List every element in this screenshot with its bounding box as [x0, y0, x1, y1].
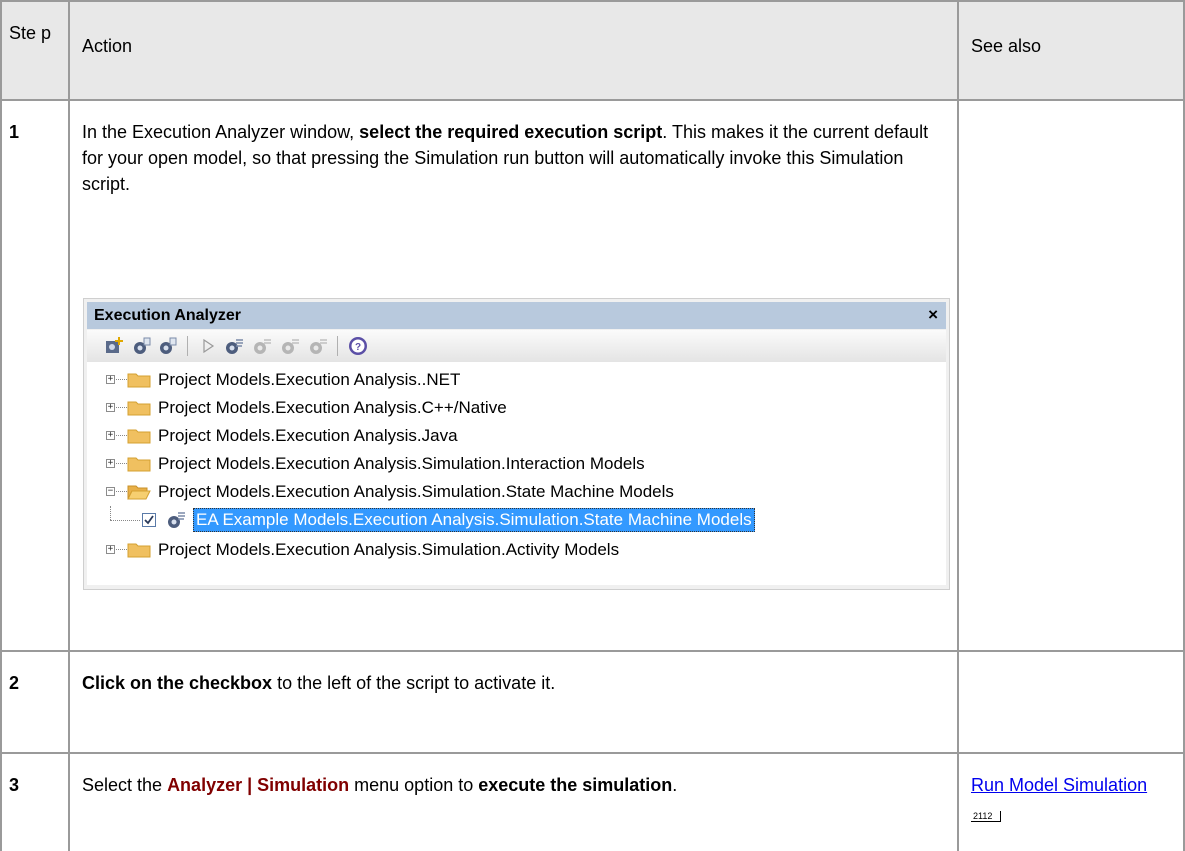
close-icon[interactable]: ×	[928, 305, 938, 325]
toolbar-separator	[187, 336, 188, 356]
tree-item[interactable]: + Project Models.Execution Analysis.Java	[87, 422, 946, 450]
tree-item-label: EA Example Models.Execution Analysis.Sim…	[193, 508, 755, 532]
folder-icon	[127, 401, 151, 416]
tree-connector	[116, 491, 127, 492]
tree-item-label: Project Models.Execution Analysis..NET	[158, 370, 461, 389]
expand-icon[interactable]: +	[106, 403, 115, 412]
tree-item[interactable]: + Project Models.Execution Analysis..NET	[87, 366, 946, 394]
header-action: Action	[82, 36, 133, 56]
deploy-icon[interactable]	[279, 335, 301, 357]
folder-icon	[127, 543, 151, 558]
stop-icon[interactable]	[307, 335, 329, 357]
open-folder-icon	[127, 485, 151, 500]
build-icon[interactable]	[223, 335, 245, 357]
test-icon[interactable]	[251, 335, 273, 357]
toolbar-separator	[337, 336, 338, 356]
action-text: .	[672, 775, 678, 795]
grid-line	[0, 0, 1185, 2]
step-3-action: Select the Analyzer | Simulation menu op…	[82, 772, 932, 798]
tree-item[interactable]: + Project Models.Execution Analysis.C++/…	[87, 394, 946, 422]
step-number: 2	[9, 673, 20, 693]
tree-connector	[116, 407, 127, 408]
grid-line	[0, 0, 2, 851]
tree-item-selected[interactable]: EA Example Models.Execution Analysis.Sim…	[87, 506, 946, 534]
tree-item-label: Project Models.Execution Analysis.Simula…	[158, 540, 620, 559]
action-emphasis: Click on the checkbox	[82, 673, 273, 693]
grid-line	[0, 752, 1185, 754]
grid-line	[0, 650, 1185, 652]
window-title-bar: Execution Analyzer ×	[87, 302, 946, 329]
expand-icon[interactable]: +	[106, 431, 115, 440]
tree-connector	[110, 520, 140, 521]
run-icon[interactable]	[197, 335, 219, 357]
page-reference: 2112	[971, 811, 1002, 822]
action-emphasis: select the required execution script	[359, 122, 663, 142]
expand-icon[interactable]: +	[106, 375, 115, 384]
tree-connector	[116, 549, 127, 550]
collapse-icon[interactable]: −	[106, 487, 115, 496]
header-see-also: See also	[971, 36, 1042, 56]
action-text: menu option to	[349, 775, 479, 795]
action-emphasis: execute the simulation	[478, 775, 673, 795]
execution-analyzer-window: Execution Analyzer × ? + Project Models.…	[83, 298, 950, 590]
tree-connector	[116, 463, 127, 464]
action-text: Select the	[82, 775, 168, 795]
step-2-action: Click on the checkbox to the left of the…	[82, 670, 932, 696]
edit-script-icon[interactable]	[131, 335, 153, 357]
toolbar: ?	[87, 330, 946, 362]
tree-item[interactable]: + Project Models.Execution Analysis.Simu…	[87, 536, 946, 564]
tree-item[interactable]: + Project Models.Execution Analysis.Simu…	[87, 450, 946, 478]
folder-icon	[127, 429, 151, 444]
tree-item-label: Project Models.Execution Analysis.Simula…	[158, 482, 674, 501]
grid-line	[957, 0, 959, 851]
help-icon[interactable]: ?	[347, 335, 369, 357]
window-title: Execution Analyzer	[94, 307, 242, 324]
copy-script-icon[interactable]	[157, 335, 179, 357]
svg-text:?: ?	[355, 342, 361, 353]
see-also-cell: Run Model Simulation 2112	[971, 772, 1171, 824]
folder-icon	[127, 373, 151, 388]
grid-line	[0, 99, 1185, 101]
action-text: In the Execution Analyzer window,	[82, 122, 360, 142]
tree-item-label: Project Models.Execution Analysis.Java	[158, 426, 458, 445]
tree-connector	[116, 435, 127, 436]
action-text: to the left of the script to activate it…	[272, 673, 556, 693]
new-script-icon[interactable]	[103, 335, 125, 357]
expand-icon[interactable]: +	[106, 545, 115, 554]
menu-path: Analyzer | Simulation	[167, 775, 350, 795]
header-step-label: Ste p	[9, 23, 52, 43]
header-step: Ste p	[9, 20, 59, 46]
script-tree: + Project Models.Execution Analysis..NET…	[87, 362, 946, 585]
step-number: 1	[9, 122, 20, 142]
script-icon	[168, 512, 185, 528]
tree-item-label: Project Models.Execution Analysis.C++/Na…	[158, 398, 507, 417]
folder-icon	[127, 457, 151, 472]
run-model-simulation-link[interactable]: Run Model Simulation	[971, 775, 1147, 795]
tree-connector	[116, 379, 127, 380]
step-1-action: In the Execution Analyzer window, select…	[82, 119, 932, 197]
tree-connector	[110, 506, 111, 520]
checkbox-checked[interactable]	[142, 513, 156, 527]
grid-line	[68, 0, 70, 851]
expand-icon[interactable]: +	[106, 459, 115, 468]
tree-item-label: Project Models.Execution Analysis.Simula…	[158, 454, 645, 473]
tree-item[interactable]: − Project Models.Execution Analysis.Simu…	[87, 478, 946, 506]
step-number: 3	[9, 775, 20, 795]
